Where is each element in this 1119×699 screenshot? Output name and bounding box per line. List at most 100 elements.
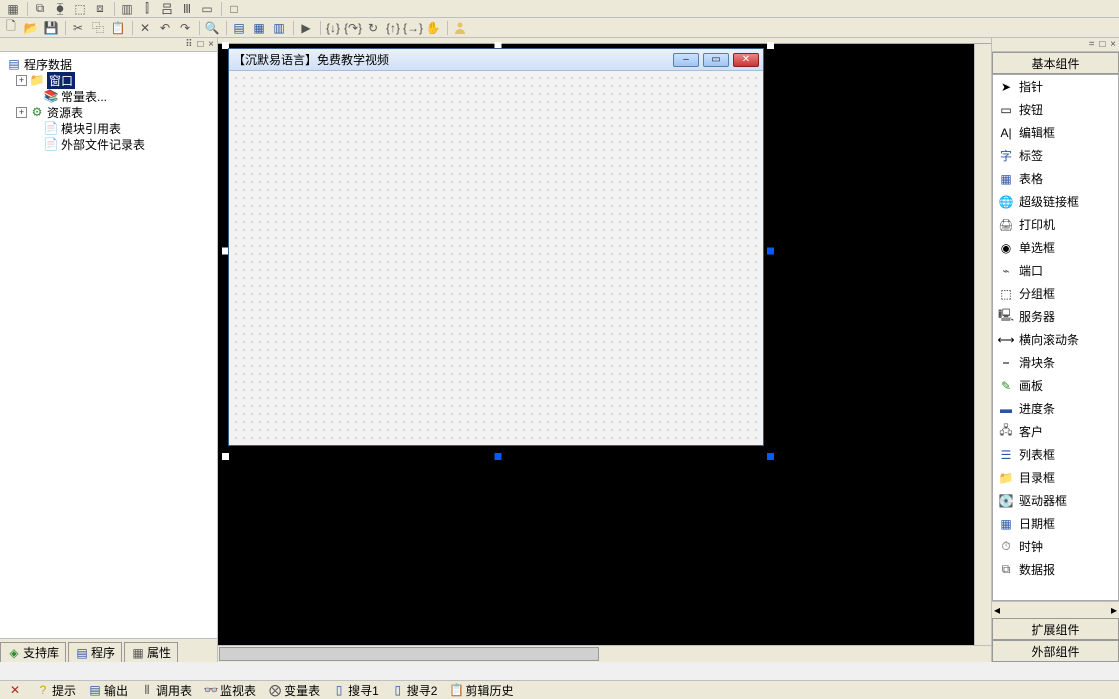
- toolbox-list[interactable]: ➤指针 ▭按钮 A|编辑框 字标签 ▦表格 🌐超级链接框 🖨打印机 ◉单选框 ⌁…: [992, 74, 1119, 601]
- vertical-scrollbar[interactable]: [974, 44, 991, 645]
- bottom-tab-vars[interactable]: ⨂变量表: [264, 682, 324, 698]
- right-panel-header[interactable]: = □ ×: [992, 38, 1119, 52]
- bottom-tab-x[interactable]: ✕: [4, 682, 28, 698]
- redo-icon[interactable]: ↷: [176, 20, 194, 36]
- toolbox-stack-basic[interactable]: 基本组件: [992, 52, 1119, 74]
- tool-hyperlink[interactable]: 🌐超级链接框: [993, 190, 1118, 213]
- tool-datebox[interactable]: ▦日期框: [993, 512, 1118, 535]
- tool-dirbox[interactable]: 📁目录框: [993, 466, 1118, 489]
- scroll-left-icon[interactable]: ◂: [994, 603, 1000, 617]
- hand-icon[interactable]: ✋: [424, 20, 442, 36]
- tool-icon-d[interactable]: ⬚: [71, 1, 89, 17]
- step2-icon[interactable]: {↷}: [344, 20, 362, 36]
- project-tree[interactable]: ▤ 程序数据 + 📁 窗口 📚 常量表... + ⚙ 资源表 📄 模块: [0, 52, 217, 638]
- step3-icon[interactable]: ↻: [364, 20, 382, 36]
- undo-icon[interactable]: ↶: [156, 20, 174, 36]
- grid-icon: ▦: [997, 170, 1015, 188]
- tool-label[interactable]: 字标签: [993, 144, 1118, 167]
- resize-handle[interactable]: [495, 453, 502, 460]
- left-panel-header[interactable]: ⠿ □ ×: [0, 38, 217, 52]
- resize-handle[interactable]: [222, 453, 229, 460]
- tool-button[interactable]: ▭按钮: [993, 98, 1118, 121]
- run-icon[interactable]: ▶: [297, 20, 315, 36]
- tool-slider[interactable]: ⎯滑块条: [993, 351, 1118, 374]
- tree-item-module[interactable]: 📄 模块引用表: [2, 120, 215, 136]
- tool-icon-f[interactable]: ▥: [118, 1, 136, 17]
- tree-root[interactable]: ▤ 程序数据: [2, 56, 215, 72]
- maximize-button[interactable]: ▭: [703, 53, 729, 67]
- bottom-tab-search2[interactable]: ▯搜寻2: [387, 682, 442, 698]
- step4-icon[interactable]: {↑}: [384, 20, 402, 36]
- form-client-area[interactable]: [229, 71, 763, 445]
- scroll-right-icon[interactable]: ▸: [1111, 603, 1117, 617]
- tool-clock[interactable]: ⏱时钟: [993, 535, 1118, 558]
- tool-icon-i[interactable]: Ⅲ: [178, 1, 196, 17]
- tool-icon-b[interactable]: ⧉: [31, 1, 49, 17]
- delete-icon[interactable]: ✕: [136, 20, 154, 36]
- toolbox-scrollbar[interactable]: ◂ ▸: [992, 601, 1119, 618]
- tool-progress[interactable]: ▬进度条: [993, 397, 1118, 420]
- tree-item-resource[interactable]: + ⚙ 资源表: [2, 104, 215, 120]
- tab-program[interactable]: ▤ 程序: [68, 642, 122, 662]
- save-icon[interactable]: 💾: [42, 20, 60, 36]
- expander-icon[interactable]: +: [16, 75, 27, 86]
- paste-icon[interactable]: 📋: [109, 20, 127, 36]
- bottom-tab-watch[interactable]: 👓监视表: [200, 682, 260, 698]
- tool-icon-j[interactable]: ▭: [198, 1, 216, 17]
- close-button[interactable]: ✕: [733, 53, 759, 67]
- tool-icon-c[interactable]: ⧳: [51, 1, 69, 17]
- bottom-tab-clip[interactable]: 📋剪辑历史: [445, 682, 517, 698]
- tool-hscroll[interactable]: ⟷横向滚动条: [993, 328, 1118, 351]
- tool-groupbox[interactable]: ⬚分组框: [993, 282, 1118, 305]
- bottom-tab-search1[interactable]: ▯搜寻1: [328, 682, 383, 698]
- tool-drivebox[interactable]: 💽驱动器框: [993, 489, 1118, 512]
- resize-handle[interactable]: [767, 248, 774, 255]
- tool-datagram[interactable]: ⧉数据报: [993, 558, 1118, 581]
- tool-icon-e[interactable]: ⧈: [91, 1, 109, 17]
- form-titlebar[interactable]: 【沉默易语言】免费教学视频 – ▭ ✕: [229, 49, 763, 71]
- tool-radio[interactable]: ◉单选框: [993, 236, 1118, 259]
- layout2-icon[interactable]: ▦: [250, 20, 268, 36]
- toolbox-stack-extended[interactable]: 扩展组件: [992, 618, 1119, 640]
- toolbox-stack-external[interactable]: 外部组件: [992, 640, 1119, 662]
- new-icon[interactable]: 🗋: [2, 20, 20, 36]
- copy-icon[interactable]: ⿻: [89, 20, 107, 36]
- tab-properties[interactable]: ▦ 属性: [124, 642, 178, 662]
- layout1-icon[interactable]: ▤: [230, 20, 248, 36]
- step1-icon[interactable]: {↓}: [324, 20, 342, 36]
- tool-icon-k[interactable]: □: [225, 1, 243, 17]
- tool-icon-g[interactable]: ⫿: [138, 1, 156, 17]
- tree-item-window[interactable]: + 📁 窗口: [2, 72, 215, 88]
- tool-grid[interactable]: ▦表格: [993, 167, 1118, 190]
- resize-handle[interactable]: [767, 453, 774, 460]
- layout3-icon[interactable]: ▥: [270, 20, 288, 36]
- bottom-tab-calltable[interactable]: ⦀调用表: [136, 682, 196, 698]
- tool-client[interactable]: 🖧客户: [993, 420, 1118, 443]
- tool-icon-a[interactable]: ▦: [4, 1, 22, 17]
- tool-icon-h[interactable]: 吕: [158, 1, 176, 17]
- tree-item-const[interactable]: 📚 常量表...: [2, 88, 215, 104]
- tool-printer[interactable]: 🖨打印机: [993, 213, 1118, 236]
- open-icon[interactable]: 📂: [22, 20, 40, 36]
- design-form-window[interactable]: 【沉默易语言】免费教学视频 – ▭ ✕: [228, 48, 764, 446]
- person-icon[interactable]: [451, 20, 469, 36]
- resize-handle[interactable]: [767, 42, 774, 49]
- tool-canvas[interactable]: ✎画板: [993, 374, 1118, 397]
- horizontal-scrollbar[interactable]: [218, 645, 991, 662]
- tree-item-external[interactable]: 📄 外部文件记录表: [2, 136, 215, 152]
- tool-server[interactable]: 🖳服务器: [993, 305, 1118, 328]
- tab-support-lib[interactable]: ◈ 支持库: [0, 642, 66, 662]
- step5-icon[interactable]: {→}: [404, 20, 422, 36]
- tool-port[interactable]: ⌁端口: [993, 259, 1118, 282]
- bottom-tab-tips[interactable]: ?提示: [32, 682, 80, 698]
- bottom-tab-output[interactable]: ▤输出: [84, 682, 132, 698]
- center-designer[interactable]: 【沉默易语言】免费教学视频 – ▭ ✕: [218, 38, 992, 662]
- tool-edit[interactable]: A|编辑框: [993, 121, 1118, 144]
- minimize-button[interactable]: –: [673, 53, 699, 67]
- expander-icon[interactable]: +: [16, 107, 27, 118]
- find-icon[interactable]: 🔍: [203, 20, 221, 36]
- tool-pointer[interactable]: ➤指针: [993, 75, 1118, 98]
- scroll-thumb[interactable]: [219, 647, 599, 661]
- tool-listbox[interactable]: ☰列表框: [993, 443, 1118, 466]
- cut-icon[interactable]: ✂: [69, 20, 87, 36]
